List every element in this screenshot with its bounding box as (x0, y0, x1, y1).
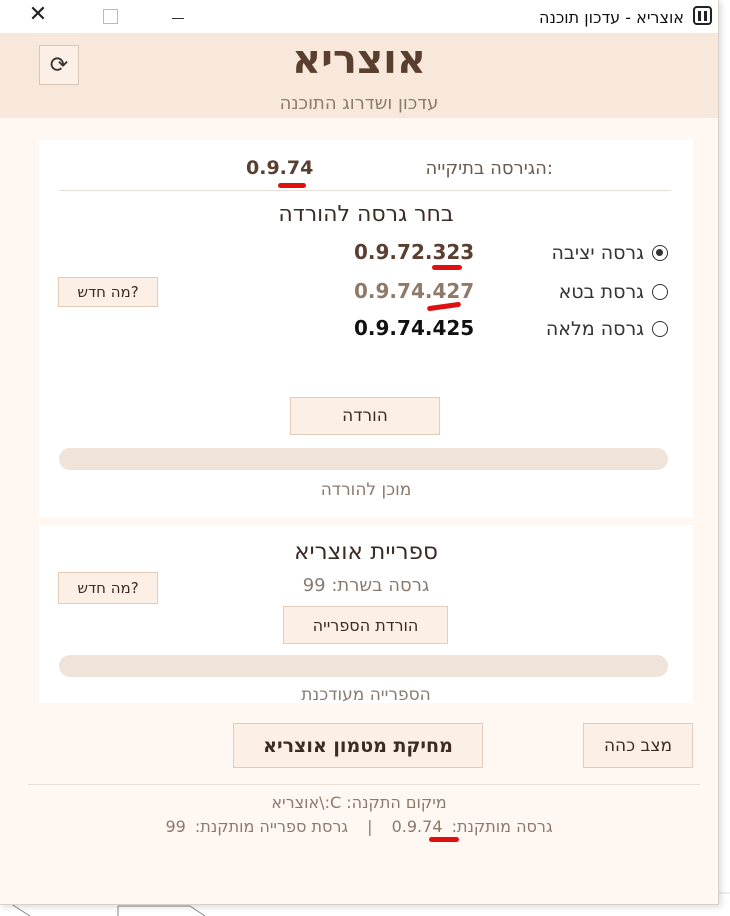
stable-version: 0.9.72.323 (354, 240, 475, 264)
update-window: ✕ אוצריא - עדכון תוכנה ⟳ אוצריא עדכון וש… (0, 0, 719, 905)
update-card: הגירסה בתיקייה: 0.9.74 בחר גרסה להורדה ג… (39, 140, 693, 518)
app-logo-icon (693, 6, 712, 25)
footer-separator: | (367, 817, 373, 836)
annotation-mark (432, 265, 462, 270)
option-full[interactable]: גרסה מלאה (546, 316, 668, 342)
option-stable[interactable]: גרסה יציבה (551, 240, 668, 266)
footer-divider (28, 784, 700, 785)
library-progress-bar (59, 655, 668, 677)
choose-version-title: בחר גרסה להורדה (278, 202, 454, 227)
library-status: הספרייה מעודכנת (301, 685, 431, 705)
library-version-label: גרסת ספרייה מותקנת: (194, 817, 349, 836)
page-subtitle: עדכון ושדרוג התוכנה (279, 93, 439, 114)
window-title: אוצריא - עדכון תוכנה (538, 8, 684, 27)
download-progress-bar (59, 448, 668, 470)
option-beta[interactable]: גרסת בטא (559, 279, 668, 305)
radio-beta[interactable] (652, 284, 668, 300)
installed-version-label: גרסה מותקנת: (451, 817, 553, 836)
radio-full[interactable] (652, 321, 668, 337)
option-full-label: גרסה מלאה (545, 318, 644, 340)
radio-stable[interactable] (652, 245, 668, 261)
library-download-button[interactable]: הורדת הספרייה (283, 606, 448, 644)
library-whats-new-button[interactable]: מה חדש? (58, 572, 158, 604)
installed-info: גרסה מותקנת: 0.9.74 | גרסת ספרייה מותקנת… (0, 817, 718, 836)
annotation-mark (278, 183, 306, 188)
option-stable-label: גרסה יציבה (551, 242, 644, 264)
install-path: מיקום התקנה: C:\אוצריא (271, 793, 447, 812)
download-button[interactable]: הורדה (290, 397, 440, 435)
whats-new-button[interactable]: מה חדש? (58, 277, 158, 307)
header: ⟳ אוצריא עדכון ושדרוג התוכנה (0, 33, 718, 118)
app-name: אוצריא (292, 37, 426, 83)
close-icon[interactable]: ✕ (18, 4, 58, 28)
current-version-value: 0.9.74 (246, 157, 314, 179)
dark-mode-button[interactable]: מצב כהה (583, 723, 693, 768)
minimize-icon[interactable] (158, 4, 198, 28)
annotation-mark (429, 837, 459, 842)
option-beta-label: גרסת בטא (558, 281, 644, 303)
library-version-value: 99 (165, 817, 186, 836)
clear-cache-button[interactable]: מחיקת מטמון אוצריא (233, 723, 483, 768)
full-version: 0.9.74.425 (354, 316, 475, 340)
download-status: מוכן להורדה (320, 480, 412, 500)
beta-version: 0.9.74.427 (354, 279, 475, 303)
current-version-label: הגירסה בתיקייה: (425, 158, 553, 179)
maximize-icon[interactable] (90, 4, 130, 28)
installed-version-value: 0.9.74 (391, 817, 443, 836)
divider (59, 190, 671, 191)
title-bar: ✕ אוצריא - עדכון תוכנה (0, 0, 718, 33)
library-card: ספריית אוצריא גרסה בשרת: 99 מה חדש? הורד… (39, 525, 693, 705)
library-title: ספריית אוצריא (294, 539, 438, 565)
